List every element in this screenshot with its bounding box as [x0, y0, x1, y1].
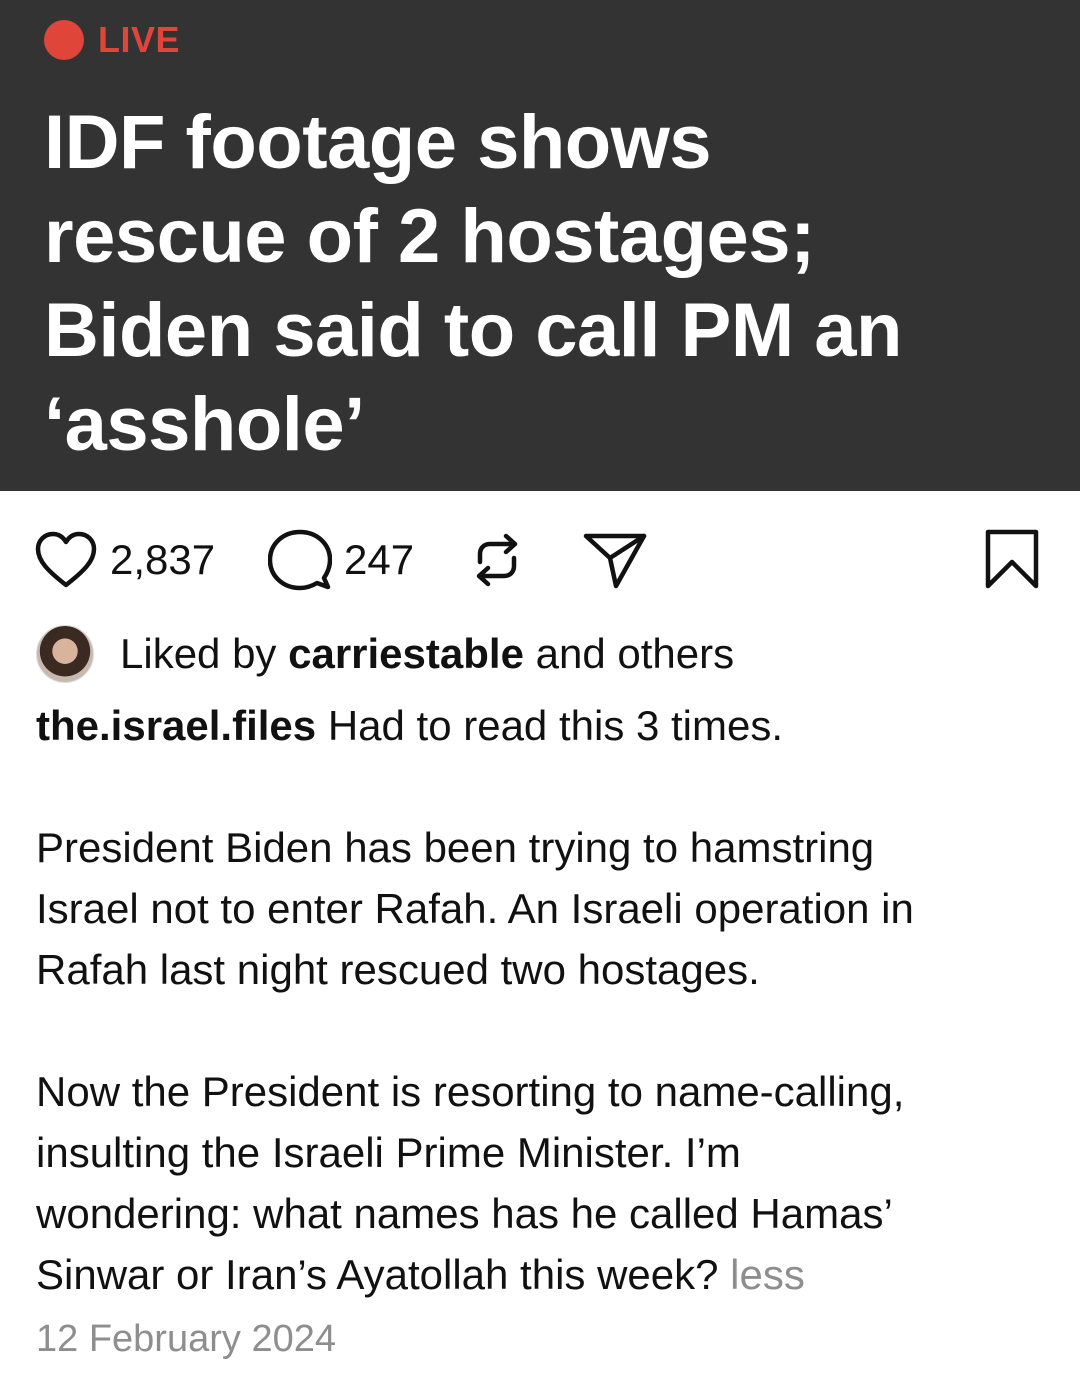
liked-by-user[interactable]: carriestable — [288, 630, 524, 678]
share-icon — [583, 533, 647, 589]
caption-line: Sinwar or Iran’s Ayatollah this week? — [36, 1251, 719, 1298]
liked-by-row[interactable]: Liked by carriestable and others — [36, 625, 735, 683]
bookmark-button[interactable] — [984, 520, 1040, 600]
caption-line: Now the President is resorting to name-c… — [36, 1068, 905, 1115]
comment-button[interactable]: 247 — [268, 520, 414, 600]
headline: IDF footage shows rescue of 2 hostages; … — [44, 96, 1044, 472]
post-date: 12 February 2024 — [36, 1318, 336, 1360]
live-indicator: LIVE — [44, 19, 181, 60]
caption-line: Had to read this 3 times. — [327, 702, 784, 749]
caption-line: wondering: what names has he called Hama… — [36, 1190, 893, 1237]
comment-count: 247 — [344, 536, 415, 583]
caption-username[interactable]: the.israel.files — [36, 702, 316, 749]
action-bar: 2,837 247 — [34, 520, 1046, 600]
liked-by-suffix: and others — [535, 630, 735, 677]
headline-line: ‘asshole’ — [44, 382, 365, 467]
headline-line: rescue of 2 hostages; — [44, 194, 815, 279]
headline-line: IDF footage shows — [44, 100, 712, 185]
caption-line: President Biden has been trying to hamst… — [36, 824, 875, 871]
live-dot-icon — [44, 20, 84, 60]
liked-by-prefix: Liked by — [120, 630, 277, 677]
like-button[interactable]: 2,837 — [34, 520, 215, 600]
share-button[interactable] — [582, 520, 648, 600]
comment-icon — [268, 529, 332, 591]
less-link[interactable]: less — [730, 1251, 805, 1298]
repost-icon — [476, 533, 518, 587]
post-image[interactable]: LIVE IDF footage shows rescue of 2 hosta… — [0, 0, 1080, 491]
avatar[interactable] — [36, 625, 94, 683]
headline-line: Biden said to call PM an — [44, 288, 902, 373]
live-label: LIVE — [98, 19, 181, 60]
repost-button[interactable] — [470, 520, 524, 600]
like-count: 2,837 — [110, 536, 216, 583]
caption-line: Rafah last night rescued two hostages. — [36, 946, 760, 993]
bookmark-icon — [985, 529, 1039, 589]
caption: the.israel.files Had to read this 3 time… — [36, 695, 1046, 1305]
caption-line: Israel not to enter Rafah. An Israeli op… — [36, 885, 914, 932]
caption-line: insulting the Israeli Prime Minister. I’… — [36, 1129, 741, 1176]
heart-icon — [35, 531, 97, 588]
